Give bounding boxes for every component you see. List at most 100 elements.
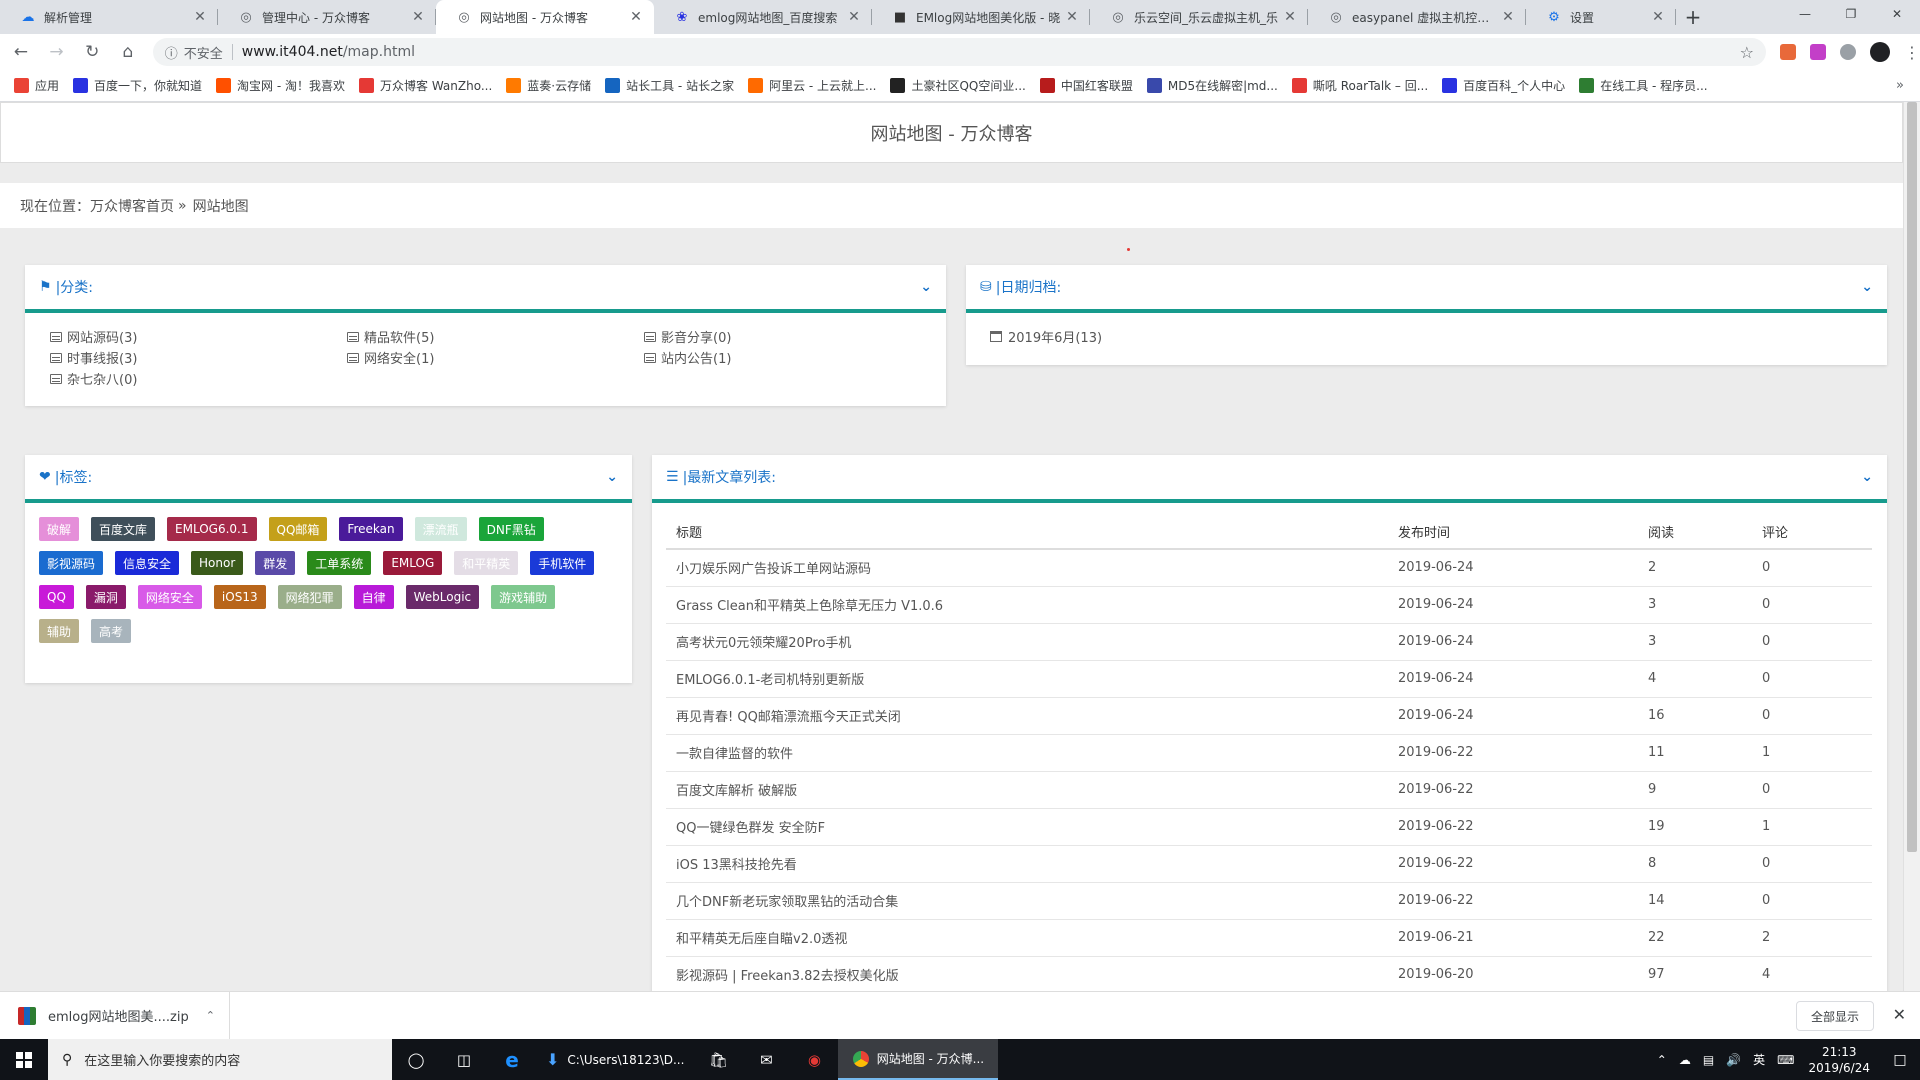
breadcrumb-home-link[interactable]: 万众博客首页	[90, 196, 174, 216]
post-title-link[interactable]: 再见青春! QQ邮箱漂流瓶今天正式关闭	[666, 697, 1388, 735]
post-title-link[interactable]: QQ一键绿色群发 安全防F	[666, 808, 1388, 846]
network-icon[interactable]: ▤	[1703, 1053, 1714, 1067]
tag-link[interactable]: 工单系统	[307, 551, 372, 575]
post-title-link[interactable]: 和平精英无后座自瞄v2.0透视	[666, 919, 1388, 957]
close-tab-icon[interactable]: ✕	[1650, 9, 1666, 25]
tag-link[interactable]: QQ邮箱	[268, 517, 328, 541]
archive-item[interactable]: 2019年6月(13)	[966, 313, 1887, 346]
tag-link[interactable]: iOS13	[213, 585, 266, 609]
bookmark-item[interactable]: MD5在线解密|md...	[1146, 77, 1278, 94]
close-tab-icon[interactable]: ✕	[1500, 9, 1516, 25]
post-title-link[interactable]: 高考状元0元领荣耀20Pro手机	[666, 623, 1388, 661]
clock[interactable]: 21:13 2019/6/24	[1808, 1044, 1870, 1076]
profile-avatar[interactable]	[1870, 42, 1890, 62]
post-title-link[interactable]: 几个DNF新老玩家领取黑钻的活动合集	[666, 882, 1388, 920]
tag-link[interactable]: 和平精英	[454, 551, 519, 575]
post-title-link[interactable]: 小刀娱乐网广告投诉工单网站源码	[666, 549, 1388, 587]
tag-link[interactable]: EMLOG6.0.1	[167, 517, 257, 541]
office-extension-icon[interactable]	[1780, 44, 1796, 60]
chevron-up-icon[interactable]: ⌃	[1657, 1053, 1667, 1067]
tag-link[interactable]: 辅助	[39, 619, 80, 643]
netease-music-icon[interactable]: ◉	[790, 1039, 838, 1080]
category-link[interactable]: 影音分享(0)	[644, 327, 941, 346]
close-tab-icon[interactable]: ✕	[1282, 9, 1298, 25]
category-link[interactable]: 站内公告(1)	[644, 348, 941, 367]
tab-2[interactable]: ◎ 管理中心 - 万众博客 ✕	[218, 0, 436, 34]
post-title-link[interactable]: 影视源码 | Freekan3.82去授权美化版	[666, 956, 1388, 991]
tag-link[interactable]: 高考	[91, 619, 132, 643]
category-link[interactable]: 网络安全(1)	[347, 348, 644, 367]
tag-link[interactable]: Freekan	[339, 517, 403, 541]
bookmark-item[interactable]: 在线工具 - 程序员...	[1579, 77, 1708, 94]
taskbar-chrome-window[interactable]: 网站地图 - 万众博...	[838, 1039, 999, 1080]
close-tab-icon[interactable]: ✕	[846, 9, 862, 25]
category-link[interactable]: 时事线报(3)	[50, 348, 347, 367]
chevron-down-icon[interactable]: ⌄	[1861, 469, 1873, 485]
scrollbar-thumb[interactable]	[1907, 102, 1917, 852]
tag-link[interactable]: 自律	[353, 585, 394, 609]
task-view-icon[interactable]: ◫	[440, 1039, 488, 1080]
back-button[interactable]: ←	[6, 37, 36, 67]
close-download-bar-icon[interactable]: ✕	[1893, 1005, 1906, 1024]
forward-button[interactable]: →	[42, 37, 72, 67]
taskbar-explorer-download[interactable]: ⬇ C:\Users\18123\D...	[536, 1039, 694, 1080]
address-bar[interactable]: ⓘ 不安全 www.it404.net/map.html ☆	[152, 38, 1766, 66]
edge-icon[interactable]: e	[488, 1039, 536, 1080]
tag-link[interactable]: 影视源码	[39, 551, 104, 575]
tab-7[interactable]: ◎ easypanel 虚拟主机控制面 ✕	[1308, 0, 1526, 34]
new-tab-button[interactable]: +	[1676, 0, 1710, 34]
download-item[interactable]: emlog网站地图美....zip ⌃	[0, 991, 230, 1040]
bookmark-item[interactable]: 万众博客 WanZho...	[359, 77, 492, 94]
tag-link[interactable]: 漂流瓶	[414, 517, 467, 541]
tab-1[interactable]: ☁ 解析管理 ✕	[0, 0, 218, 34]
page-scrollbar[interactable]	[1903, 102, 1920, 991]
tag-link[interactable]: QQ	[39, 585, 74, 609]
tab-5[interactable]: ■ EMlog网站地图美化版 - 晓 ✕	[872, 0, 1090, 34]
tag-link[interactable]: 网络犯罪	[277, 585, 342, 609]
posts-header[interactable]: ☰ |最新文章列表: ⌄	[652, 455, 1887, 503]
mail-icon[interactable]: ✉	[742, 1039, 790, 1080]
bookmark-item[interactable]: 中国红客联盟	[1039, 77, 1133, 94]
tag-link[interactable]: WebLogic	[405, 585, 480, 609]
bookmark-item[interactable]: 站长工具 - 站长之家	[605, 77, 734, 94]
tag-link[interactable]: 手机软件	[530, 551, 595, 575]
bookmark-item[interactable]: 百度百科_个人中心	[1442, 77, 1565, 94]
more-bookmarks-icon[interactable]: »	[1896, 78, 1904, 93]
bookmark-star-icon[interactable]: ☆	[1740, 43, 1754, 62]
tags-header[interactable]: ❤ |标签: ⌄	[25, 455, 632, 503]
show-all-downloads-button[interactable]: 全部显示	[1795, 1001, 1874, 1031]
tab-8[interactable]: ⚙ 设置 ✕	[1526, 0, 1676, 34]
tab-3[interactable]: ◎ 网站地图 - 万众博客 ✕	[436, 0, 654, 34]
extension-icon[interactable]	[1810, 44, 1826, 60]
reload-button[interactable]: ↻	[77, 37, 107, 67]
chevron-down-icon[interactable]: ⌄	[1861, 279, 1873, 295]
action-center-icon[interactable]: □	[1880, 1052, 1920, 1068]
volume-icon[interactable]: 🔊	[1726, 1053, 1741, 1067]
tag-link[interactable]: EMLOG	[383, 551, 443, 575]
close-tab-icon[interactable]: ✕	[1064, 9, 1080, 25]
bookmark-item[interactable]: 嘶吼 RoarTalk – 回...	[1291, 77, 1428, 94]
globe-extension-icon[interactable]	[1840, 44, 1856, 60]
tab-6[interactable]: ◎ 乐云空间_乐云虚拟主机_乐 ✕	[1090, 0, 1308, 34]
tag-link[interactable]: 百度文库	[91, 517, 156, 541]
post-title-link[interactable]: EMLOG6.0.1-老司机特别更新版	[666, 660, 1388, 698]
category-link[interactable]: 网站源码(3)	[50, 327, 347, 346]
bookmark-item[interactable]: 土豪社区QQ空间业...	[890, 77, 1026, 94]
bookmark-item[interactable]: 应用	[14, 77, 59, 94]
bookmark-item[interactable]: 蓝奏·云存储	[506, 77, 591, 94]
tag-link[interactable]: 漏洞	[85, 585, 126, 609]
post-title-link[interactable]: 百度文库解析 破解版	[666, 771, 1388, 809]
store-icon[interactable]: 🛍	[694, 1039, 742, 1080]
maximize-button[interactable]: ❐	[1828, 0, 1874, 28]
taskbar-search-box[interactable]: ⚲ 在这里输入你要搜索的内容	[48, 1039, 392, 1080]
minimize-button[interactable]: —	[1782, 0, 1828, 28]
chevron-up-icon[interactable]: ⌃	[206, 1009, 215, 1022]
chrome-menu-icon[interactable]: ⋮	[1904, 43, 1920, 62]
tag-link[interactable]: DNF黑钻	[478, 517, 544, 541]
onedrive-cloud-icon[interactable]: ☁	[1679, 1053, 1691, 1067]
tab-4[interactable]: ❀ emlog网站地图_百度搜索 ✕	[654, 0, 872, 34]
keyboard-layout-icon[interactable]: ⌨	[1777, 1053, 1794, 1067]
post-title-link[interactable]: 一款自律监督的软件	[666, 734, 1388, 772]
category-link[interactable]: 杂七杂八(0)	[50, 369, 347, 388]
category-link[interactable]: 精品软件(5)	[347, 327, 644, 346]
